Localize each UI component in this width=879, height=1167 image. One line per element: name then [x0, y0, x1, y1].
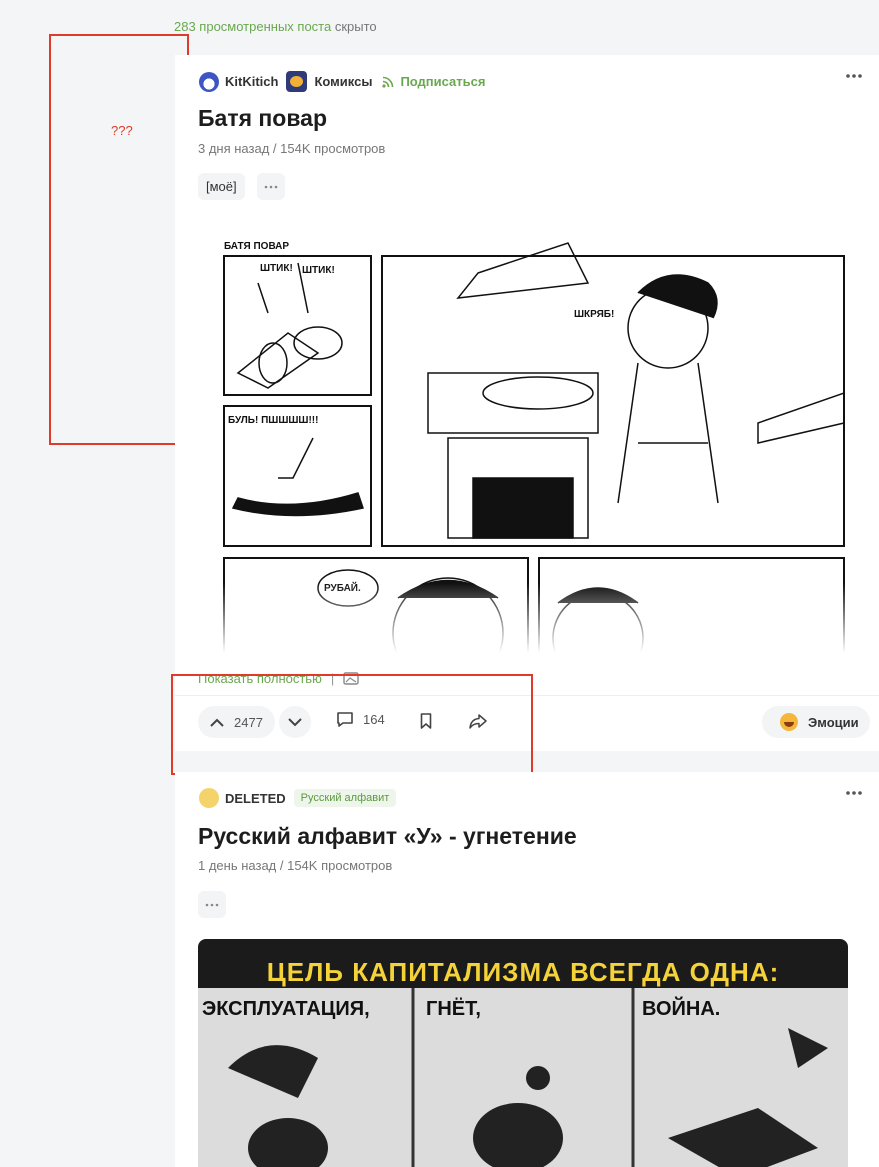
subscribe-button[interactable]: Подписаться: [382, 74, 485, 89]
community-avatar[interactable]: [286, 71, 308, 92]
story-meta: 3 дня назад / 154K просмотров: [198, 141, 386, 156]
emoji-icon: [780, 713, 798, 731]
comic-sfx-2: ШТИК!: [302, 265, 335, 276]
comic-image[interactable]: БАТЯ ПОВАР ШТИК! ШТИК! ШКРЯБ! БУЛЬ! ПШШШ…: [198, 223, 848, 653]
story-title[interactable]: Батя повар: [198, 105, 327, 132]
poster-panels: ЭКСПЛУАТАЦИЯ, ГНЁТ, ВОЙНА.: [198, 988, 848, 1167]
tags-row: [моё]: [198, 173, 285, 200]
poster-word-1: ЭКСПЛУАТАЦИЯ,: [202, 998, 370, 1020]
story-title[interactable]: Русский алфавит «У» - угнетение: [198, 823, 577, 850]
more-options-icon[interactable]: [845, 788, 863, 798]
comic-sfx-3: ШКРЯБ!: [574, 309, 614, 320]
author-avatar[interactable]: [199, 788, 219, 808]
hidden-posts-note: 283 просмотренных поста скрыто: [174, 19, 377, 34]
tags-row: [198, 891, 226, 918]
poster-word-3: ВОЙНА.: [642, 998, 721, 1020]
emotions-label: Эмоции: [808, 714, 859, 730]
emotions-button[interactable]: Эмоции: [762, 706, 870, 738]
community-name[interactable]: Комиксы: [314, 74, 372, 89]
community-tag[interactable]: Русский алфавит: [293, 789, 397, 807]
story-card: DELETED Русский алфавит Русский алфавит …: [175, 772, 879, 1167]
story-header: KitKitich Комиксы Подписаться: [199, 71, 485, 92]
annotation-question: ???: [111, 123, 133, 138]
viewed-posts-link[interactable]: 283 просмотренных поста: [174, 19, 331, 34]
annotation-box-sidebar: ???: [49, 34, 189, 445]
poster-word-2: ГНЁТ,: [426, 998, 481, 1020]
comic-heading: БАТЯ ПОВАР: [224, 241, 289, 252]
poster-headline: ЦЕЛЬ КАПИТАЛИЗМА ВСЕГДА ОДНА:: [266, 957, 780, 987]
author-avatar[interactable]: [199, 71, 219, 92]
more-dots-icon: [205, 903, 219, 906]
tags-more-button[interactable]: [256, 173, 285, 200]
comic-drawing: БАТЯ ПОВАР ШТИК! ШТИК! ШКРЯБ! БУЛЬ! ПШШШ…: [223, 241, 845, 653]
poster-image[interactable]: ЦЕЛЬ КАПИТАЛИЗМА ВСЕГДА ОДНА: ЭКСПЛУАТАЦ…: [198, 939, 848, 1167]
subscribe-label: Подписаться: [400, 74, 486, 89]
comic-sfx-4: БУЛЬ! ПШШШШ!!!: [228, 415, 318, 426]
comic-sfx-1: ШТИК!: [260, 263, 293, 274]
more-options-icon[interactable]: [845, 71, 863, 81]
comic-sfx-5: РУБАЙ.: [324, 581, 361, 594]
more-dots-icon: [264, 185, 277, 188]
rss-icon: [382, 76, 394, 88]
tag-moyo[interactable]: [моё]: [198, 173, 245, 200]
story-header: DELETED Русский алфавит: [199, 788, 397, 808]
hidden-label: скрыто: [331, 19, 377, 34]
author-name[interactable]: KitKitich: [225, 74, 278, 89]
story-card: KitKitich Комиксы Подписаться Батя повар…: [175, 55, 879, 751]
author-name[interactable]: DELETED: [225, 791, 286, 806]
story-meta: 1 день назад / 154K просмотров: [198, 858, 393, 873]
tags-more-button[interactable]: [198, 891, 226, 918]
annotation-box-actions: [171, 674, 533, 775]
